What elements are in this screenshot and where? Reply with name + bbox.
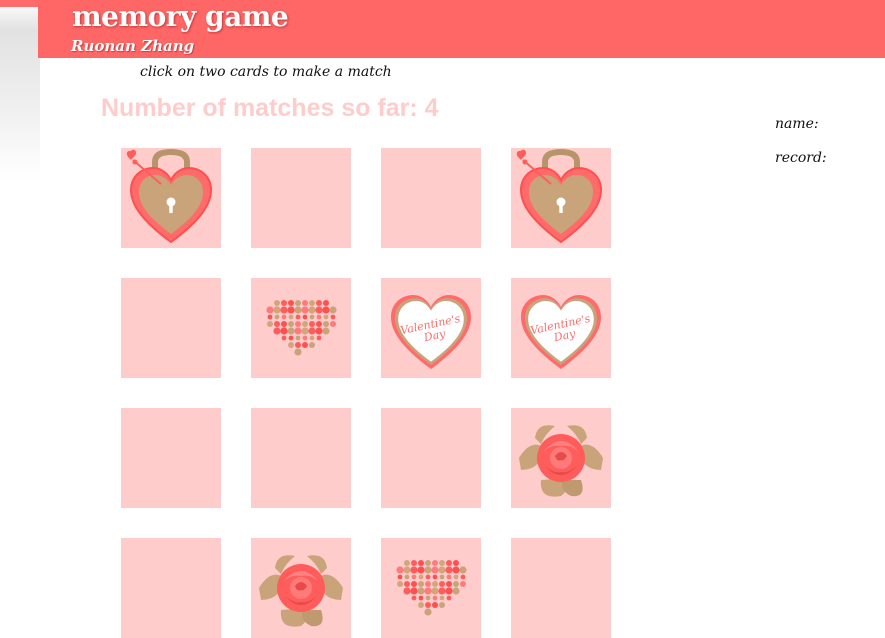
rose-icon: [511, 408, 611, 508]
card-revealed[interactable]: [511, 148, 611, 248]
rose-icon: [251, 538, 351, 638]
author-name: Ruonan Zhang: [71, 37, 195, 55]
left-decor-strip: [0, 0, 40, 180]
card-hidden[interactable]: [251, 148, 351, 248]
card-revealed[interactable]: [251, 538, 351, 638]
lock-heart-art: [516, 148, 603, 244]
rose-art: [259, 555, 343, 627]
valentines-heart-art: Valentine's Day: [521, 295, 601, 369]
dotted-heart-art: [266, 300, 337, 356]
card-revealed[interactable]: [251, 278, 351, 378]
card-revealed[interactable]: Valentine's Day: [381, 278, 481, 378]
card-revealed[interactable]: Valentine's Day: [511, 278, 611, 378]
page-header: memory game Ruonan Zhang: [38, 0, 885, 58]
lock-heart-icon: [121, 148, 221, 248]
dotted-heart-art: [396, 560, 467, 616]
card-revealed[interactable]: [381, 538, 481, 638]
card-hidden[interactable]: [381, 148, 481, 248]
rose-art: [519, 425, 603, 497]
card-hidden[interactable]: [251, 408, 351, 508]
card-revealed[interactable]: [511, 408, 611, 508]
card-hidden[interactable]: [511, 538, 611, 638]
dotted-heart-icon: [381, 538, 481, 638]
page-title: memory game: [72, 0, 289, 33]
record-label: record:: [775, 150, 827, 166]
card-grid: Valentine's Day Valentine's Day: [121, 148, 611, 638]
left-accent-bar: [0, 0, 40, 7]
card-hidden[interactable]: [121, 278, 221, 378]
valentines-heart-art: Valentine's Day: [391, 295, 471, 369]
lock-heart-icon: [511, 148, 611, 248]
card-revealed[interactable]: [121, 148, 221, 248]
name-label: name:: [775, 116, 819, 132]
lock-heart-art: [126, 148, 213, 244]
match-counter: Number of matches so far: 4: [101, 94, 439, 122]
valentines-day-heart-icon: Valentine's Day: [381, 278, 481, 378]
valentines-day-heart-icon: Valentine's Day: [511, 278, 611, 378]
card-hidden[interactable]: [121, 538, 221, 638]
dotted-heart-icon: [251, 278, 351, 378]
instruction-text: click on two cards to make a match: [140, 64, 392, 80]
card-hidden[interactable]: [381, 408, 481, 508]
card-hidden[interactable]: [121, 408, 221, 508]
